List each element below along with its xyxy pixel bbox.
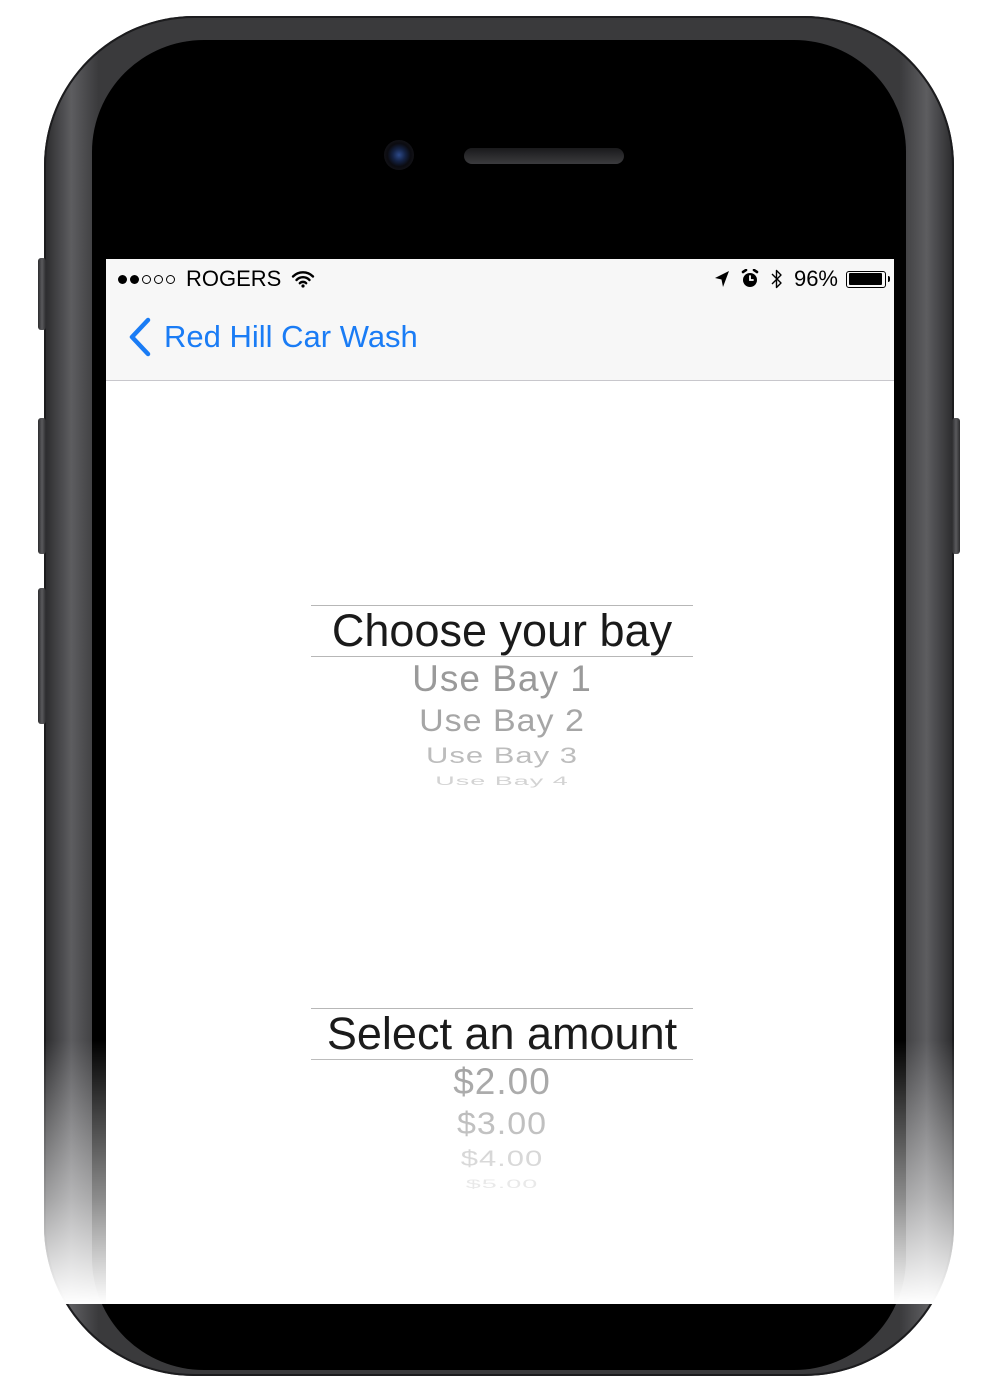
earpiece-speaker — [464, 148, 624, 164]
chevron-left-icon — [129, 317, 151, 357]
signal-dot — [166, 274, 175, 284]
screen: ROGERS 96% Red Hill Car Wash Choose your… — [106, 259, 894, 1304]
bay-option[interactable]: Use Bay 4 — [311, 775, 693, 787]
bay-option[interactable]: Use Bay 1 — [311, 657, 693, 701]
signal-dot — [118, 274, 127, 284]
bluetooth-icon — [771, 269, 782, 289]
location-arrow-icon — [714, 271, 729, 287]
status-bar: ROGERS 96% — [106, 259, 894, 299]
status-right: 96% — [714, 266, 890, 292]
volume-down-button — [38, 588, 46, 724]
bay-picker-title: Choose your bay — [311, 605, 693, 657]
back-button-label: Red Hill Car Wash — [164, 319, 418, 354]
signal-strength-icon — [118, 274, 178, 284]
signal-dot — [154, 274, 163, 284]
signal-dot — [142, 274, 151, 284]
battery-fill — [848, 273, 883, 285]
alarm-icon — [741, 269, 759, 287]
volume-up-button — [38, 418, 46, 554]
amount-option[interactable]: $4.00 — [311, 1147, 693, 1169]
amount-option[interactable]: $3.00 — [311, 1106, 693, 1143]
mute-switch — [38, 258, 46, 330]
bay-picker[interactable]: Choose your bay Use Bay 1 Use Bay 2 Use … — [311, 605, 693, 791]
amount-picker-title: Select an amount — [311, 1008, 693, 1060]
signal-dot — [130, 274, 139, 284]
amount-picker[interactable]: Select an amount $2.00 $3.00 $4.00 $5.00 — [311, 1008, 693, 1194]
bay-option[interactable]: Use Bay 2 — [311, 703, 693, 740]
front-camera — [384, 140, 414, 170]
wifi-icon — [292, 271, 315, 288]
battery-percent: 96% — [793, 266, 838, 291]
amount-option[interactable]: $2.00 — [311, 1060, 693, 1104]
navigation-bar: Red Hill Car Wash — [106, 299, 894, 381]
battery-tip — [887, 275, 890, 282]
amount-option[interactable]: $5.00 — [311, 1178, 693, 1190]
power-button — [952, 418, 960, 554]
carrier-name: ROGERS — [186, 266, 282, 291]
bay-option[interactable]: Use Bay 3 — [311, 744, 693, 767]
battery-icon — [846, 270, 890, 288]
back-button[interactable]: Red Hill Car Wash — [128, 317, 418, 357]
status-left: ROGERS — [118, 266, 315, 292]
